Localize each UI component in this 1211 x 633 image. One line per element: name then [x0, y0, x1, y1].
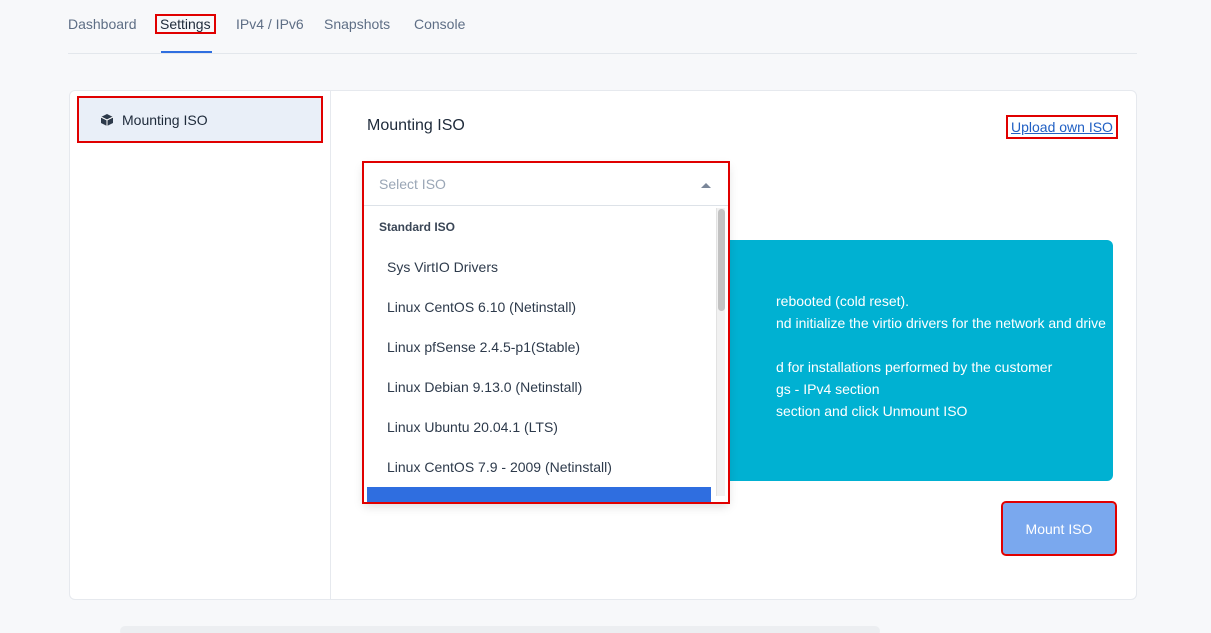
tab-settings[interactable]: Settings — [155, 14, 216, 34]
option-group-label: Standard ISO — [379, 220, 456, 234]
iso-option[interactable]: Linux pfSense 2.4.5-p1(Stable) — [387, 339, 580, 355]
sidebar-item-label: Mounting ISO — [122, 111, 208, 128]
info-line: rebooted (cold reset). — [776, 293, 910, 309]
iso-options-list: Standard ISO Sys VirtIO Drivers Linux Ce… — [364, 206, 728, 502]
iso-select-placeholder: Select ISO — [379, 176, 446, 192]
iso-option[interactable]: Linux CentOS 6.10 (Netinstall) — [387, 299, 576, 315]
sidebar-item-mounting-iso[interactable]: Mounting ISO — [77, 96, 323, 143]
sidebar: Mounting ISO — [70, 91, 331, 599]
tab-dashboard[interactable]: Dashboard — [68, 16, 137, 32]
iso-option[interactable]: Linux Ubuntu 20.04.1 (LTS) — [387, 419, 558, 435]
iso-select[interactable]: Select ISO Standard ISO Sys VirtIO Drive… — [362, 161, 730, 504]
bottom-shadow — [120, 626, 880, 633]
tab-bar: Dashboard Settings IPv4 / IPv6 Snapshots… — [68, 0, 1137, 54]
options-scrollbar[interactable] — [716, 208, 725, 496]
cube-icon — [100, 113, 114, 126]
upload-own-iso-link[interactable]: Upload own ISO — [1006, 115, 1118, 139]
info-box: rebooted (cold reset). nd initialize the… — [710, 240, 1113, 481]
caret-up-icon[interactable] — [701, 183, 711, 188]
scrollbar-thumb[interactable] — [718, 209, 725, 311]
info-line: section and click Unmount ISO — [776, 403, 968, 419]
info-line: nd initialize the virtio drivers for the… — [776, 315, 1106, 331]
tab-ipv4-ipv6[interactable]: IPv4 / IPv6 — [236, 16, 304, 32]
page-title: Mounting ISO — [367, 117, 465, 134]
tab-snapshots[interactable]: Snapshots — [324, 16, 390, 32]
info-line: gs - IPv4 section — [776, 381, 880, 397]
mount-iso-button[interactable]: Mount ISO — [1001, 501, 1117, 556]
tab-console[interactable]: Console — [414, 16, 465, 32]
iso-option[interactable]: Sys VirtIO Drivers — [387, 259, 498, 275]
iso-option[interactable]: Linux CentOS 7.9 - 2009 (Netinstall) — [387, 459, 612, 475]
iso-option[interactable]: Linux Debian 9.13.0 (Netinstall) — [387, 379, 582, 395]
iso-select-field[interactable]: Select ISO — [364, 163, 728, 206]
highlighted-option[interactable] — [367, 487, 711, 502]
info-line: d for installations performed by the cus… — [776, 359, 1053, 375]
active-tab-indicator — [161, 51, 212, 53]
